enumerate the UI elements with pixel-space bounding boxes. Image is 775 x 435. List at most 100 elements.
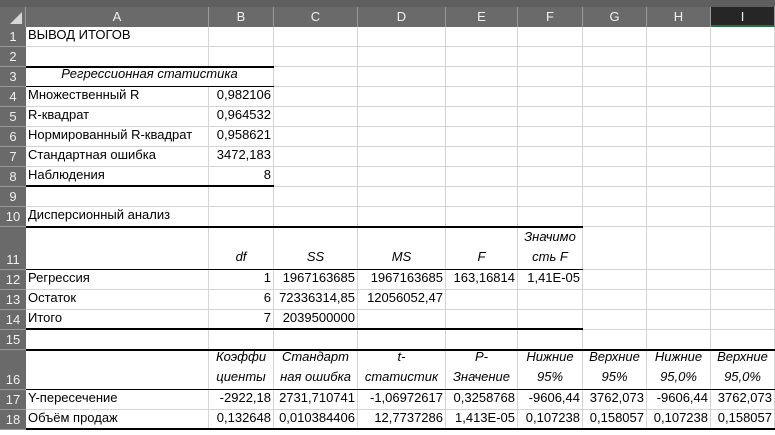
cell-a12[interactable]: Регрессия bbox=[26, 270, 209, 290]
cell-g4[interactable] bbox=[583, 87, 647, 107]
cell-d6[interactable] bbox=[358, 127, 446, 147]
cell-f10[interactable] bbox=[518, 207, 583, 227]
cell-b4[interactable]: 0,982106 bbox=[209, 87, 274, 107]
cell-g7[interactable] bbox=[583, 147, 647, 167]
cell-i6[interactable] bbox=[711, 127, 775, 147]
cell-a10[interactable]: Дисперсионный анализ bbox=[26, 207, 209, 227]
cell-h7[interactable] bbox=[647, 147, 711, 167]
cell-i18[interactable]: 0,158057 bbox=[711, 410, 775, 430]
cell-h16[interactable]: Нижние 95,0% bbox=[647, 349, 711, 390]
cell-f11[interactable]: Значимо сть F bbox=[518, 227, 583, 270]
cell-b10[interactable] bbox=[209, 207, 274, 227]
cell-a9[interactable] bbox=[26, 187, 209, 207]
cell-i7[interactable] bbox=[711, 147, 775, 167]
cell-a15[interactable] bbox=[26, 330, 209, 350]
cell-i3[interactable] bbox=[711, 67, 775, 87]
cell-b1[interactable] bbox=[209, 27, 274, 47]
cell-e1[interactable] bbox=[446, 27, 518, 47]
cell-i1[interactable] bbox=[711, 27, 775, 47]
row-header-11[interactable]: 11 bbox=[0, 227, 26, 270]
cell-c3[interactable] bbox=[274, 67, 358, 87]
cell-d7[interactable] bbox=[358, 147, 446, 167]
cell-a4[interactable]: Множественный R bbox=[26, 87, 209, 107]
cell-g1[interactable] bbox=[583, 27, 647, 47]
cell-d16[interactable]: t- статистик bbox=[358, 349, 446, 390]
row-header-15[interactable]: 15 bbox=[0, 330, 26, 350]
cell-f4[interactable] bbox=[518, 87, 583, 107]
cell-h1[interactable] bbox=[647, 27, 711, 47]
row-header-13[interactable]: 13 bbox=[0, 290, 26, 310]
cell-f6[interactable] bbox=[518, 127, 583, 147]
row-header-17[interactable]: 17 bbox=[0, 390, 26, 410]
cell-c14[interactable]: 2039500000 bbox=[274, 310, 358, 330]
cell-b7[interactable]: 3472,183 bbox=[209, 147, 274, 167]
cell-h5[interactable] bbox=[647, 107, 711, 127]
cell-e5[interactable] bbox=[446, 107, 518, 127]
cell-h4[interactable] bbox=[647, 87, 711, 107]
cell-d1[interactable] bbox=[358, 27, 446, 47]
column-header-f[interactable]: F bbox=[518, 7, 583, 27]
cell-f17[interactable]: -9606,44 bbox=[518, 390, 583, 410]
cell-g13[interactable] bbox=[583, 290, 647, 310]
cell-g8[interactable] bbox=[583, 167, 647, 187]
cell-i14[interactable] bbox=[711, 310, 775, 330]
cell-c1[interactable] bbox=[274, 27, 358, 47]
cell-a8[interactable]: Наблюдения bbox=[26, 167, 209, 187]
cell-b14[interactable]: 7 bbox=[209, 310, 274, 330]
cell-h13[interactable] bbox=[647, 290, 711, 310]
cell-d17[interactable]: -1,06972617 bbox=[358, 390, 446, 410]
cell-e10[interactable] bbox=[446, 207, 518, 227]
cell-f3[interactable] bbox=[518, 67, 583, 87]
cell-b6[interactable]: 0,958621 bbox=[209, 127, 274, 147]
cell-h18[interactable]: 0,107238 bbox=[647, 410, 711, 430]
cell-h14[interactable] bbox=[647, 310, 711, 330]
row-header-1[interactable]: 1 bbox=[0, 27, 26, 47]
row-header-2[interactable]: 2 bbox=[0, 47, 26, 67]
select-all-button[interactable] bbox=[0, 7, 26, 27]
cell-g16[interactable]: Верхние 95% bbox=[583, 349, 647, 390]
cell-g10[interactable] bbox=[583, 207, 647, 227]
cell-c7[interactable] bbox=[274, 147, 358, 167]
row-header-6[interactable]: 6 bbox=[0, 127, 26, 147]
cell-d11[interactable]: MS bbox=[358, 227, 446, 270]
cell-f5[interactable] bbox=[518, 107, 583, 127]
cell-a16[interactable] bbox=[26, 350, 209, 390]
cell-i17[interactable]: 3762,073 bbox=[711, 390, 775, 410]
cell-g14[interactable] bbox=[583, 310, 647, 330]
cell-a7[interactable]: Стандартная ошибка bbox=[26, 147, 209, 167]
cell-h8[interactable] bbox=[647, 167, 711, 187]
cell-h9[interactable] bbox=[647, 187, 711, 207]
cell-d8[interactable] bbox=[358, 167, 446, 187]
cell-a3[interactable]: Регрессионная статистика bbox=[26, 66, 274, 87]
column-header-b[interactable]: B bbox=[209, 7, 274, 27]
cell-i4[interactable] bbox=[711, 87, 775, 107]
cell-e11[interactable]: F bbox=[446, 227, 518, 270]
cell-f1[interactable] bbox=[518, 27, 583, 47]
cell-b16[interactable]: Коэффи циенты bbox=[209, 349, 274, 390]
cell-c16[interactable]: Стандарт ная ошибка bbox=[274, 349, 358, 390]
cell-f18[interactable]: 0,107238 bbox=[518, 410, 583, 430]
cell-d12[interactable]: 1967163685 bbox=[358, 270, 446, 290]
cell-b8[interactable]: 8 bbox=[209, 167, 274, 187]
cell-g11[interactable] bbox=[583, 227, 647, 270]
cell-b17[interactable]: -2922,18 bbox=[209, 390, 274, 410]
cell-c18[interactable]: 0,010384406 bbox=[274, 410, 358, 430]
cell-g9[interactable] bbox=[583, 187, 647, 207]
cell-e18[interactable]: 1,413E-05 bbox=[446, 410, 518, 430]
cell-b18[interactable]: 0,132648 bbox=[209, 410, 274, 430]
cell-i10[interactable] bbox=[711, 207, 775, 227]
cell-a11[interactable] bbox=[26, 227, 209, 270]
cell-c9[interactable] bbox=[274, 187, 358, 207]
row-header-16[interactable]: 16 bbox=[0, 350, 26, 390]
cell-c4[interactable] bbox=[274, 87, 358, 107]
row-header-10[interactable]: 10 bbox=[0, 207, 26, 227]
cell-b9[interactable] bbox=[209, 187, 274, 207]
column-header-c[interactable]: C bbox=[274, 7, 358, 27]
cell-b5[interactable]: 0,964532 bbox=[209, 107, 274, 127]
cell-e17[interactable]: 0,3258768 bbox=[446, 390, 518, 410]
cell-a17[interactable]: Y-пересечение bbox=[26, 390, 209, 410]
cell-c11[interactable]: SS bbox=[274, 227, 358, 270]
cell-f12[interactable]: 1,41E-05 bbox=[518, 270, 583, 290]
column-header-h[interactable]: H bbox=[647, 7, 711, 27]
cell-d13[interactable]: 12056052,47 bbox=[358, 290, 446, 310]
